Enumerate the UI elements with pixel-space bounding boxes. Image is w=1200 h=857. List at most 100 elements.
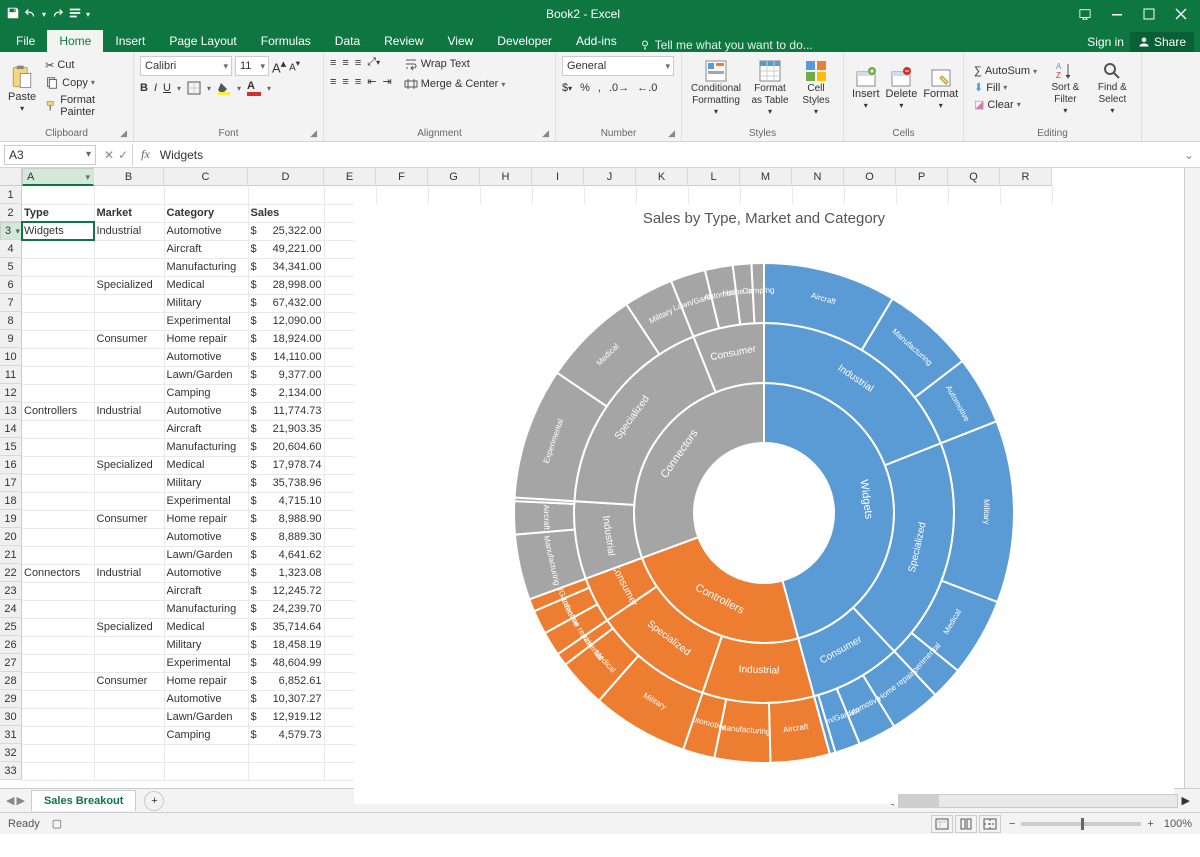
paste-button[interactable]: Paste▾: [6, 61, 38, 116]
row-header-24[interactable]: 24: [0, 600, 22, 618]
col-header-K[interactable]: K: [636, 168, 688, 186]
row-header-32[interactable]: 32: [0, 744, 22, 762]
cell-C2[interactable]: Category: [164, 204, 248, 222]
sign-in-link[interactable]: Sign in: [1087, 35, 1124, 49]
row-header-11[interactable]: 11: [0, 366, 22, 384]
cell-B24[interactable]: [94, 600, 164, 618]
normal-view-icon[interactable]: [931, 815, 953, 833]
cell-C32[interactable]: [164, 744, 248, 762]
col-header-H[interactable]: H: [480, 168, 532, 186]
cell-A4[interactable]: [22, 240, 94, 258]
zoom-in-button[interactable]: +: [1147, 818, 1153, 830]
cell-A29[interactable]: [22, 690, 94, 708]
cell-D21[interactable]: $4,641.62: [248, 546, 324, 564]
cell-C3[interactable]: Automotive: [164, 222, 248, 240]
cell-B15[interactable]: [94, 438, 164, 456]
number-launcher-icon[interactable]: ◢: [668, 128, 675, 139]
cell-D32[interactable]: [248, 744, 324, 762]
cell-C31[interactable]: Camping: [164, 726, 248, 744]
fill-button[interactable]: ⬇Fill▾: [970, 80, 1041, 95]
italic-button[interactable]: I: [154, 82, 157, 94]
row-header-27[interactable]: 27: [0, 654, 22, 672]
page-break-view-icon[interactable]: [979, 815, 1001, 833]
maximize-icon[interactable]: [1134, 4, 1164, 24]
cell-D25[interactable]: $35,714.64: [248, 618, 324, 636]
tab-formulas[interactable]: Formulas: [249, 30, 323, 52]
zoom-slider[interactable]: [1021, 822, 1141, 826]
font-name-select[interactable]: Calibri: [140, 56, 232, 76]
conditional-formatting-button[interactable]: Conditional Formatting ▾: [688, 57, 744, 119]
cell-B14[interactable]: [94, 420, 164, 438]
col-header-G[interactable]: G: [428, 168, 480, 186]
decrease-decimal-icon[interactable]: ←.0: [637, 82, 657, 94]
sunburst-chart[interactable]: Sales by Type, Market and Category Widge…: [354, 204, 1174, 804]
cell-A20[interactable]: [22, 528, 94, 546]
clipboard-launcher-icon[interactable]: ◢: [120, 128, 127, 139]
delete-cells-button[interactable]: Delete▾: [884, 64, 920, 113]
cell-D6[interactable]: $28,998.00: [248, 276, 324, 294]
row-header-33[interactable]: 33: [0, 762, 22, 780]
cell-A8[interactable]: [22, 312, 94, 330]
decrease-font-icon[interactable]: A▾: [289, 58, 300, 73]
page-layout-view-icon[interactable]: [955, 815, 977, 833]
align-center-icon[interactable]: ≡: [342, 76, 348, 88]
cell-D23[interactable]: $12,245.72: [248, 582, 324, 600]
cell-N1[interactable]: [792, 186, 844, 204]
cell-D4[interactable]: $49,221.00: [248, 240, 324, 258]
comma-format-button[interactable]: ,: [598, 82, 601, 94]
share-button[interactable]: Share: [1130, 32, 1194, 52]
cell-D8[interactable]: $12,090.00: [248, 312, 324, 330]
cell-C11[interactable]: Lawn/Garden: [164, 366, 248, 384]
row-header-7[interactable]: 7: [0, 294, 22, 312]
align-left-icon[interactable]: ≡: [330, 76, 336, 88]
cell-B30[interactable]: [94, 708, 164, 726]
cell-D10[interactable]: $14,110.00: [248, 348, 324, 366]
cell-F1[interactable]: [376, 186, 428, 204]
fx-icon[interactable]: fx: [141, 147, 150, 162]
cell-D30[interactable]: $12,919.12: [248, 708, 324, 726]
percent-format-button[interactable]: %: [580, 82, 590, 94]
cell-J1[interactable]: [584, 186, 636, 204]
vertical-scrollbar[interactable]: [1184, 168, 1200, 788]
cell-K1[interactable]: [636, 186, 688, 204]
col-header-A[interactable]: A: [22, 168, 94, 186]
cell-B23[interactable]: [94, 582, 164, 600]
hscroll-right-icon[interactable]: ▶: [1182, 794, 1190, 807]
formula-input[interactable]: fx Widgets: [132, 144, 1178, 166]
cell-C21[interactable]: Lawn/Garden: [164, 546, 248, 564]
cell-C10[interactable]: Automotive: [164, 348, 248, 366]
col-header-J[interactable]: J: [584, 168, 636, 186]
cell-A31[interactable]: [22, 726, 94, 744]
tab-home[interactable]: Home: [47, 30, 103, 52]
tab-developer[interactable]: Developer: [485, 30, 564, 52]
cell-D11[interactable]: $9,377.00: [248, 366, 324, 384]
cell-C19[interactable]: Home repair: [164, 510, 248, 528]
cell-I1[interactable]: [532, 186, 584, 204]
macro-record-icon[interactable]: ▢: [52, 817, 62, 830]
cell-D24[interactable]: $24,239.70: [248, 600, 324, 618]
cell-B8[interactable]: [94, 312, 164, 330]
cell-Q1[interactable]: [948, 186, 1000, 204]
accounting-format-button[interactable]: $▾: [562, 82, 572, 94]
cell-A22[interactable]: Connectors: [22, 564, 94, 582]
select-all-corner[interactable]: [0, 168, 22, 186]
align-right-icon[interactable]: ≡: [355, 76, 361, 88]
row-header-14[interactable]: 14: [0, 420, 22, 438]
cell-styles-button[interactable]: Cell Styles ▾: [796, 57, 836, 119]
insert-cells-button[interactable]: Insert▾: [850, 64, 882, 113]
col-header-I[interactable]: I: [532, 168, 584, 186]
cell-C9[interactable]: Home repair: [164, 330, 248, 348]
autosum-button[interactable]: ∑AutoSum▾: [970, 64, 1041, 78]
tab-file[interactable]: File: [4, 30, 47, 52]
cell-H1[interactable]: [480, 186, 532, 204]
cell-C30[interactable]: Lawn/Garden: [164, 708, 248, 726]
cell-B29[interactable]: [94, 690, 164, 708]
zoom-level[interactable]: 100%: [1164, 818, 1192, 830]
cell-B32[interactable]: [94, 744, 164, 762]
cell-B3[interactable]: Industrial: [94, 222, 164, 240]
cell-D5[interactable]: $34,341.00: [248, 258, 324, 276]
row-header-16[interactable]: 16: [0, 456, 22, 474]
cell-D12[interactable]: $2,134.00: [248, 384, 324, 402]
zoom-out-button[interactable]: −: [1009, 818, 1015, 830]
cell-A9[interactable]: [22, 330, 94, 348]
